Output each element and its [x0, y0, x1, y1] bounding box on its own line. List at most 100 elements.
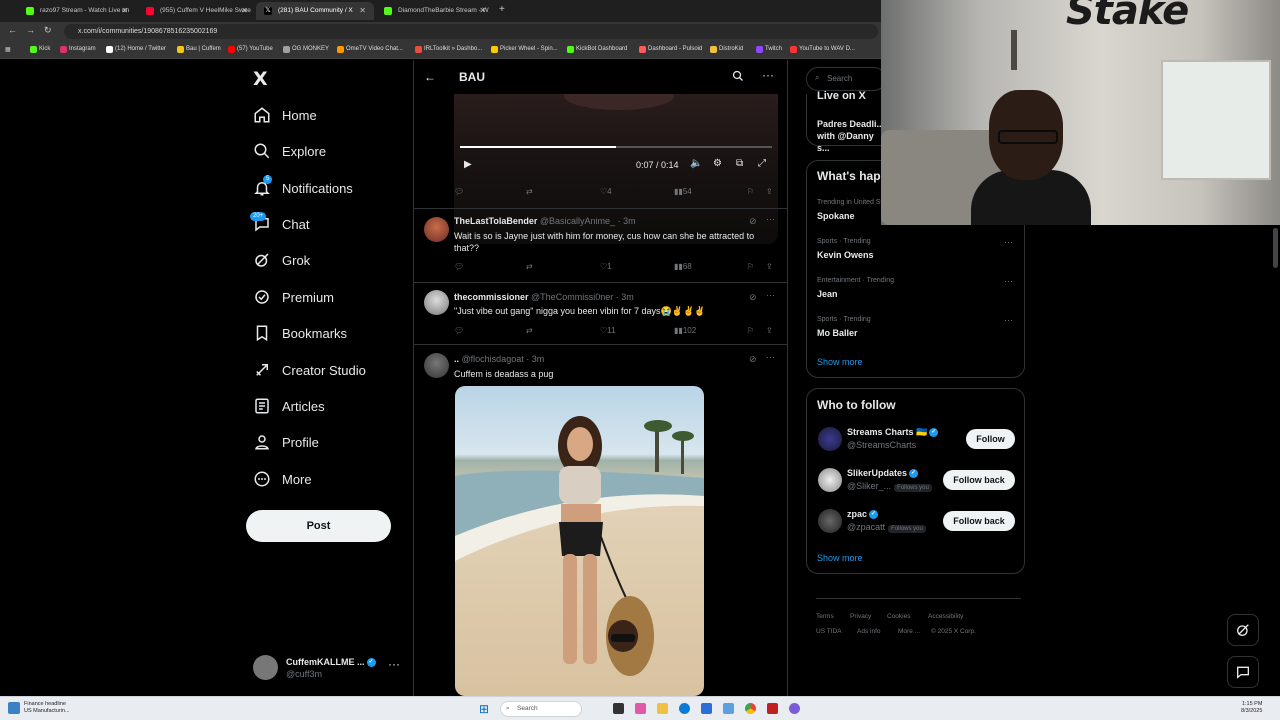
app-icon[interactable] — [723, 703, 734, 714]
nav-articles[interactable]: Articles — [252, 391, 325, 421]
search-icon[interactable] — [732, 69, 744, 87]
app-icon[interactable] — [767, 703, 778, 714]
reload-icon[interactable]: ↻ — [44, 25, 52, 36]
back-icon[interactable]: ← — [8, 25, 17, 35]
bookmark-icon[interactable]: ⚐ — [747, 326, 754, 335]
browser-tab-active[interactable]: 𝕏 (281) BAU Community / X ✕ — [256, 2, 374, 20]
scrollbar[interactable] — [1273, 228, 1278, 268]
avatar[interactable] — [818, 468, 842, 492]
views-count[interactable]: ▮▮ 54 — [674, 187, 692, 196]
bookmark-item[interactable]: (12) Home / Twitter — [106, 46, 166, 53]
grok-float-button[interactable] — [1227, 614, 1259, 646]
nav-explore[interactable]: Explore — [252, 136, 326, 166]
forward-icon[interactable]: → — [26, 25, 35, 35]
bookmark-item[interactable]: (57) YouTube — [228, 46, 273, 53]
views-count[interactable]: ▮▮ 68 — [674, 262, 692, 271]
views-count[interactable]: ▮▮ 102 — [674, 326, 696, 335]
play-icon[interactable]: ▶ — [464, 159, 472, 170]
nav-home[interactable]: Home — [252, 100, 317, 130]
repost-icon[interactable]: ⇄ — [526, 262, 533, 271]
footer-link[interactable]: More ... — [898, 628, 920, 635]
more-dots-icon[interactable]: ··· — [766, 214, 775, 224]
volume-icon[interactable]: 🔈 — [690, 158, 702, 169]
back-arrow-icon[interactable]: ← — [424, 70, 436, 84]
bookmark-icon[interactable]: ⚐ — [747, 262, 754, 271]
grok-icon[interactable]: ⊘ — [749, 216, 757, 227]
news-widget[interactable]: Finance headline US Manufacturin... — [24, 701, 70, 715]
settings-gear-icon[interactable]: ⚙ — [713, 158, 722, 169]
bookmark-item[interactable]: Bau | Cuffem — [177, 46, 221, 53]
footer-link[interactable]: Terms — [816, 613, 834, 620]
nav-more[interactable]: More — [252, 464, 312, 494]
more-dots-icon[interactable]: ··· — [1004, 237, 1013, 247]
close-icon[interactable]: ✕ — [359, 6, 366, 15]
more-dots-icon[interactable]: ··· — [766, 352, 775, 362]
nav-bookmarks[interactable]: Bookmarks — [252, 318, 347, 348]
close-icon[interactable]: ✕ — [121, 6, 128, 15]
store-icon[interactable] — [701, 703, 712, 714]
more-dots-icon[interactable]: ··· — [1004, 315, 1013, 325]
nav-premium[interactable]: Premium — [252, 282, 334, 312]
bookmark-item[interactable]: Dashboard - Pulsoid — [639, 46, 702, 53]
edge-icon[interactable] — [679, 703, 690, 714]
browser-tab[interactable]: (955) Cuffem V HeelMike Swee ✕ — [138, 2, 256, 20]
tweet[interactable]: thecommissioner @TheCommissi0ner · 3m ⊘ … — [414, 282, 787, 344]
footer-link[interactable]: Accessibility — [928, 613, 963, 620]
nav-profile[interactable]: Profile — [252, 427, 319, 457]
more-dots-icon[interactable]: ··· — [1004, 276, 1013, 286]
bookmark-item[interactable]: DistroKid — [710, 46, 743, 53]
url-input[interactable]: x.com/i/communities/1908678516235002169 — [64, 24, 878, 39]
file-explorer-icon[interactable] — [657, 703, 668, 714]
footer-link[interactable]: Privacy — [850, 613, 871, 620]
repost-icon[interactable]: ⇄ — [526, 187, 533, 196]
x-logo-icon[interactable]: X — [253, 68, 268, 90]
tweet-image[interactable] — [455, 386, 704, 696]
grok-icon[interactable]: ⊘ — [749, 292, 757, 303]
bookmark-item[interactable]: Kick — [30, 46, 50, 53]
close-icon[interactable]: ✕ — [241, 6, 248, 15]
like-button[interactable]: ♡ 4 — [600, 187, 612, 196]
discord-icon[interactable] — [789, 703, 800, 714]
account-switcher[interactable]: CuffemKALLME ... ✓ @cuff3m ··· — [253, 655, 403, 685]
nav-creator-studio[interactable]: Creator Studio — [252, 355, 366, 385]
grok-icon[interactable]: ⊘ — [749, 354, 757, 365]
like-button[interactable]: ♡ 1 — [600, 262, 612, 271]
bookmark-item[interactable]: Twitch — [756, 46, 782, 53]
chrome-icon[interactable] — [745, 703, 756, 714]
post-button[interactable]: Post — [246, 510, 391, 542]
bookmark-item[interactable]: KickBot Dashboard — [567, 46, 627, 53]
app-icon[interactable] — [635, 703, 646, 714]
new-tab-icon[interactable]: + — [499, 4, 505, 15]
widgets-icon[interactable] — [8, 702, 20, 714]
show-more-link[interactable]: Show more — [817, 357, 863, 367]
bookmark-item[interactable]: YouTube to WAV D... — [790, 46, 855, 53]
apps-icon[interactable]: ▦ — [5, 46, 11, 53]
avatar[interactable] — [818, 427, 842, 451]
task-view-icon[interactable] — [613, 703, 624, 714]
taskbar-search[interactable]: ⌕ Search — [500, 701, 582, 717]
follow-button[interactable]: Follow — [966, 429, 1015, 449]
browser-tab[interactable]: DiamondTheBarbie Stream - W ✕ — [376, 2, 494, 20]
system-clock[interactable]: 1:15 PM 8/3/2025 — [1241, 701, 1262, 715]
reply-icon[interactable]: 💬︎ — [454, 187, 464, 196]
bookmark-item[interactable]: OG MONKEY — [283, 46, 329, 53]
reply-icon[interactable]: 💬︎ — [454, 262, 464, 271]
more-dots-icon[interactable]: ··· — [766, 290, 775, 300]
footer-link[interactable]: Cookies — [887, 613, 910, 620]
start-icon[interactable]: ⊞ — [479, 702, 489, 716]
more-dots-icon[interactable]: ··· — [388, 657, 400, 671]
share-icon[interactable]: ⇪ — [766, 326, 773, 335]
search-input[interactable]: ⌕ Search — [806, 67, 886, 91]
tweet[interactable]: TheLastTolaBender @BasicallyAnime_ · 3m … — [414, 208, 787, 281]
avatar[interactable] — [818, 509, 842, 533]
bookmark-item[interactable]: Picker Wheel - Spin... — [491, 46, 558, 53]
pip-icon[interactable]: ⧉ — [736, 158, 743, 169]
bookmark-item[interactable]: OmeTV Video Chat... — [337, 46, 403, 53]
bookmark-icon[interactable]: ⚐ — [747, 187, 754, 196]
share-icon[interactable]: ⇪ — [766, 187, 773, 196]
fullscreen-icon[interactable]: ⤢ — [758, 158, 766, 169]
close-icon[interactable]: ✕ — [479, 6, 486, 15]
footer-link[interactable]: US TIDA — [816, 628, 842, 635]
messages-float-button[interactable] — [1227, 656, 1259, 688]
share-icon[interactable]: ⇪ — [766, 262, 773, 271]
